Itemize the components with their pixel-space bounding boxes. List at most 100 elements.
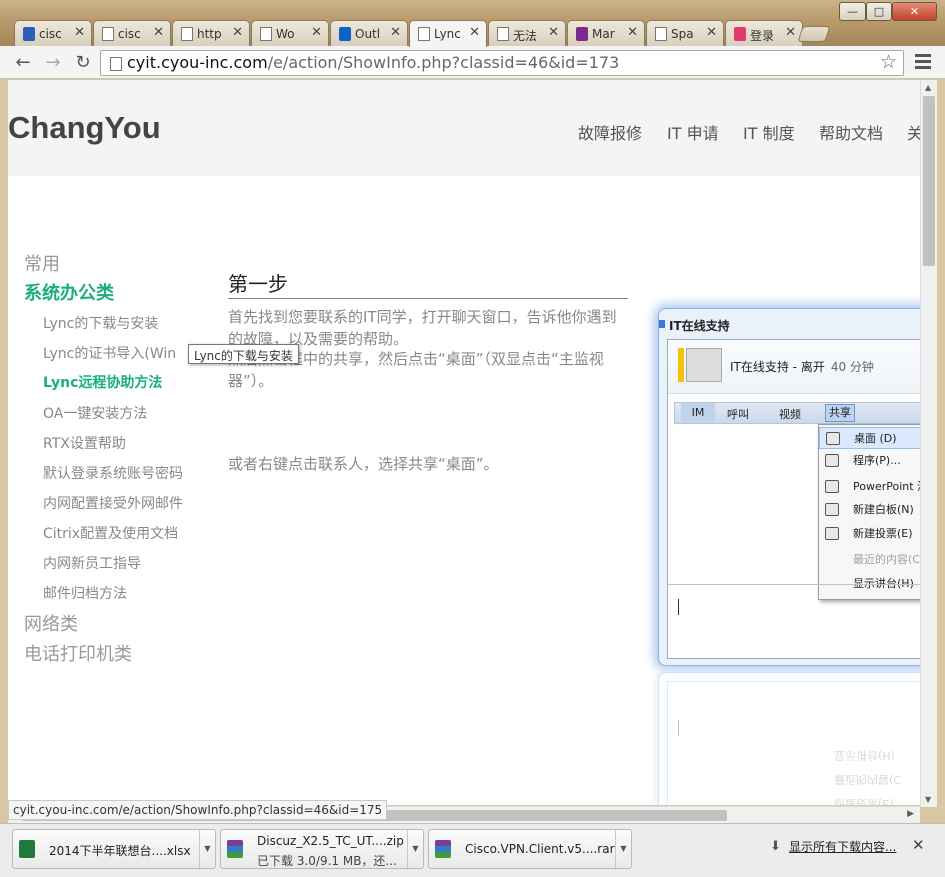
- close-window-button[interactable]: ✕: [892, 2, 937, 21]
- tab-label: Spa: [671, 27, 694, 41]
- menu-item-label: PowerPoint 演: [853, 480, 920, 493]
- menu-item-poll: 新建投票(E): [819, 523, 920, 545]
- sidebar-category-network[interactable]: 网络类: [24, 610, 78, 636]
- menu-item-powerpoint: PowerPoint 演: [819, 476, 920, 498]
- chevron-down-icon[interactable]: ▼: [615, 830, 631, 868]
- menu-item-desktop: 桌面 (D): [819, 427, 920, 449]
- tab-close-icon[interactable]: ✕: [74, 25, 85, 40]
- tab-im: IM: [681, 403, 715, 423]
- tooltip: Lync的下载与安装: [188, 344, 299, 364]
- chevron-down-icon[interactable]: ▼: [407, 830, 423, 868]
- poll-icon: [825, 527, 839, 540]
- url-path: /e/action/ShowInfo.php?classid=46&id=173: [267, 53, 620, 72]
- vertical-scroll-thumb[interactable]: [923, 96, 935, 266]
- minimize-button[interactable]: —: [839, 2, 866, 21]
- reload-icon[interactable]: ↻: [72, 52, 94, 74]
- tab-9[interactable]: 登录 ✕: [725, 20, 803, 46]
- menu-item-label: 程序(P)...: [853, 454, 901, 467]
- tab-call: 呼叫: [727, 408, 749, 421]
- tab-close-icon[interactable]: ✕: [390, 25, 401, 40]
- reflection-text: 显示讲台(H): [834, 749, 895, 762]
- text-caret: [678, 599, 679, 615]
- tab-close-icon[interactable]: ✕: [706, 25, 717, 40]
- tab-3[interactable]: Wo ✕: [251, 20, 329, 46]
- menu-item-whiteboard: 新建白板(N): [819, 499, 920, 521]
- menu-item-label: 新建白板(N): [853, 503, 914, 516]
- forward-arrow-icon[interactable]: →: [42, 52, 64, 74]
- screenshot-conversation: IT在线支持 - 离开 40 分钟 IM 呼叫 视频 共享 桌面 (D) 程序(P…: [667, 339, 920, 659]
- powerpoint-icon: [825, 480, 839, 493]
- chevron-down-icon[interactable]: ▼: [199, 830, 215, 868]
- tab-label: cisc: [39, 27, 62, 41]
- download-shelf: 2014下半年联想台....xlsx ▼ Discuz_X2.5_TC_UT..…: [0, 823, 945, 877]
- vertical-scrollbar[interactable]: ▲ ▼: [920, 80, 937, 807]
- site-header: ChangYou 故障报修 IT 申请 IT 制度 帮助文档 关: [8, 80, 920, 176]
- close-shelf-icon[interactable]: ✕: [912, 836, 925, 854]
- sidebar-item[interactable]: 内网新员工指导: [43, 553, 141, 573]
- scroll-up-arrow-icon[interactable]: ▲: [925, 83, 931, 92]
- sidebar-item[interactable]: 内网配置接受外网邮件: [43, 493, 183, 513]
- divider: [228, 298, 628, 299]
- sidebar-item[interactable]: Lync的下载与安装: [43, 313, 158, 333]
- tab-close-icon[interactable]: ✕: [153, 25, 164, 40]
- sidebar-item[interactable]: OA一键安装方法: [43, 403, 147, 423]
- screenshot-tabbar: IM 呼叫 视频 共享: [674, 402, 920, 424]
- download-arrow-icon: ⬇: [770, 839, 781, 854]
- tab-close-icon[interactable]: ✕: [232, 25, 243, 40]
- compose-area: [668, 584, 920, 660]
- tab-1[interactable]: cisc ✕: [93, 20, 171, 46]
- text-caret: [678, 720, 679, 736]
- download-item[interactable]: Cisco.VPN.Client.v5....rar ▼: [428, 829, 632, 869]
- new-tab-button[interactable]: [797, 26, 831, 42]
- bookmark-star-icon[interactable]: ☆: [880, 51, 897, 73]
- instruction-paragraph: 或者右键点击联系人，选择共享“桌面”。: [228, 455, 499, 473]
- tab-7[interactable]: Mar ✕: [567, 20, 645, 46]
- share-dropdown: 桌面 (D) 程序(P)... PowerPoint 演 新建白板(N) 新建投…: [818, 424, 920, 600]
- archive-icon: [435, 840, 451, 858]
- sidebar-item[interactable]: Citrix配置及使用文档: [43, 523, 178, 543]
- tab-close-icon[interactable]: ✕: [311, 25, 322, 40]
- reflection-text: 新建投票(E): [834, 797, 894, 805]
- tab-label: Mar: [592, 27, 615, 41]
- tab-label: cisc: [118, 27, 141, 41]
- nav-item-help-docs[interactable]: 帮助文档: [819, 120, 883, 144]
- sidebar-item[interactable]: 默认登录系统账号密码: [43, 463, 183, 483]
- address-bar[interactable]: cyit.cyou-inc.com/e/action/ShowInfo.php?…: [100, 50, 904, 76]
- nav-item-it-policy[interactable]: IT 制度: [743, 120, 795, 144]
- sidebar-category-office[interactable]: 系统办公类: [24, 279, 114, 305]
- menu-icon[interactable]: [915, 54, 931, 72]
- tab-share: 共享: [825, 404, 855, 422]
- nav-item-repair[interactable]: 故障报修: [578, 120, 642, 144]
- sidebar-category-phone-printer[interactable]: 电话打印机类: [24, 640, 132, 666]
- maximize-button[interactable]: □: [866, 2, 892, 21]
- tab-close-icon[interactable]: ✕: [469, 25, 480, 40]
- tab-2[interactable]: http ✕: [172, 20, 250, 46]
- sidebar-category-common[interactable]: 常用: [24, 250, 60, 276]
- tab-8[interactable]: Spa ✕: [646, 20, 724, 46]
- sidebar-item[interactable]: RTX设置帮助: [43, 433, 126, 453]
- nav-item-it-apply[interactable]: IT 申请: [667, 120, 719, 144]
- page-icon: [110, 57, 122, 71]
- puzzle-icon: [734, 27, 746, 41]
- download-item[interactable]: 2014下半年联想台....xlsx ▼: [12, 829, 216, 869]
- tab-close-icon[interactable]: ✕: [548, 25, 559, 40]
- sidebar-item-active[interactable]: Lync远程协助方法: [43, 372, 162, 392]
- show-all-downloads-link[interactable]: 显示所有下载内容...: [789, 838, 896, 855]
- download-item[interactable]: Discuz_X2.5_TC_UT....zip 已下载 3.0/9.1 MB，…: [220, 829, 424, 869]
- tab-4[interactable]: Outl ✕: [330, 20, 408, 46]
- sidebar-item[interactable]: Lync的证书导入(Win: [43, 343, 176, 363]
- tab-close-icon[interactable]: ✕: [785, 25, 796, 40]
- download-filename: Cisco.VPN.Client.v5....rar: [465, 842, 615, 856]
- scroll-right-arrow-icon[interactable]: ▶: [907, 809, 914, 819]
- reflection-text: 最近的内容(C: [834, 773, 901, 786]
- scroll-down-arrow-icon[interactable]: ▼: [925, 795, 931, 804]
- sidebar-item[interactable]: 邮件归档方法: [43, 583, 127, 603]
- nav-item-about[interactable]: 关: [907, 120, 920, 144]
- tab-close-icon[interactable]: ✕: [627, 25, 638, 40]
- tab-6[interactable]: 无法 ✕: [488, 20, 566, 46]
- back-arrow-icon[interactable]: ←: [12, 52, 34, 74]
- tab-5-active[interactable]: Lync ✕: [409, 20, 487, 47]
- site-logo[interactable]: ChangYou: [8, 110, 161, 146]
- tab-video: 视频: [779, 408, 801, 421]
- tab-0[interactable]: cisc ✕: [14, 20, 92, 46]
